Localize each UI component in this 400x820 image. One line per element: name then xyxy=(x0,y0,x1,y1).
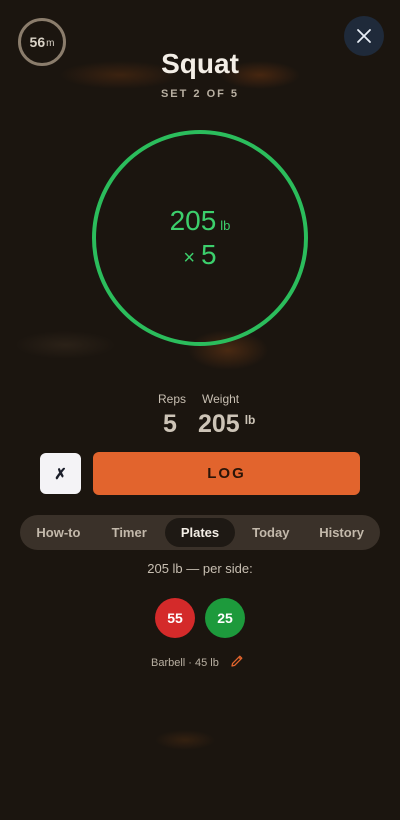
log-set-button[interactable]: LOG xyxy=(93,452,360,495)
weight-value: 205 xyxy=(198,410,240,438)
times-symbol: × xyxy=(183,247,196,269)
skip-label: ✗ xyxy=(54,465,67,483)
tab-history[interactable]: History xyxy=(306,518,377,547)
set-target-ring: 205 lb × 5 xyxy=(92,130,308,346)
plate-value: 55 xyxy=(167,610,183,626)
tab-plates[interactable]: Plates xyxy=(164,518,236,547)
tab-label: Timer xyxy=(111,525,147,540)
reps-value: 5 xyxy=(163,410,177,438)
tab-label: How-to xyxy=(36,525,81,540)
pencil-icon[interactable] xyxy=(229,653,245,669)
tab-label: History xyxy=(319,525,364,540)
plate-value: 25 xyxy=(217,610,233,626)
close-icon xyxy=(357,29,371,43)
per-side-label: 205 lb — per side: xyxy=(147,561,253,576)
skip-set-button[interactable]: ✗ xyxy=(40,453,81,494)
set-counter: SET 2 OF 5 xyxy=(160,88,240,100)
target-weight: 205 lb xyxy=(170,205,231,237)
target-weight-unit: lb xyxy=(220,218,231,233)
target-reps: × 5 xyxy=(183,239,216,271)
barbell-weight-label: Barbell · 45 lb xyxy=(151,657,219,669)
detail-tabs: How-to Timer Plates Today History xyxy=(20,515,380,550)
reps-input[interactable]: 5 xyxy=(163,410,177,439)
tab-timer[interactable]: Timer xyxy=(94,518,165,547)
tab-how-to[interactable]: How-to xyxy=(23,518,94,547)
plate-25: 25 xyxy=(205,598,245,638)
weight-unit: lb xyxy=(244,413,256,427)
tab-label: Plates xyxy=(180,525,220,540)
tab-label: Today xyxy=(252,525,290,540)
log-label: LOG xyxy=(207,465,246,482)
plate-55: 55 xyxy=(155,598,195,638)
weight-label: Weight xyxy=(202,392,240,406)
reps-label: Reps xyxy=(158,392,187,406)
exercise-title: Squat xyxy=(161,48,239,79)
tab-today[interactable]: Today xyxy=(235,518,306,547)
target-reps-value: 5 xyxy=(201,239,217,270)
input-labels: Reps Weight xyxy=(0,392,400,406)
target-weight-value: 205 xyxy=(169,205,217,236)
weight-input[interactable]: 205 lb xyxy=(198,410,255,439)
